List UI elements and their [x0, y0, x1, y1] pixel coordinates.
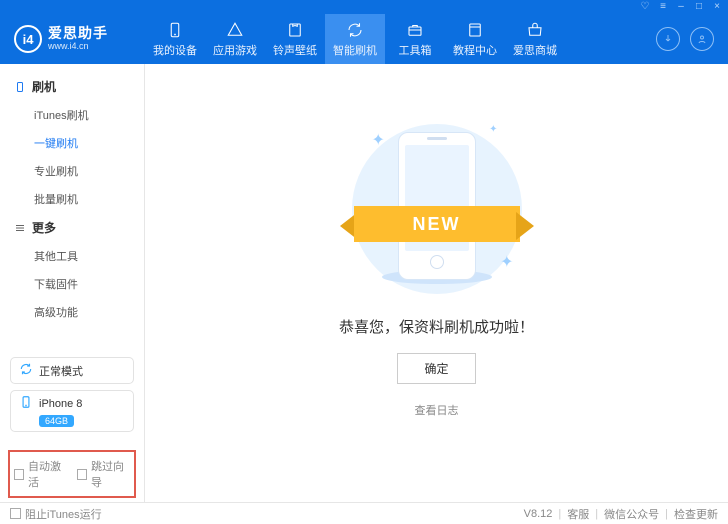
footer: 阻止iTunes运行 V8.12 | 客服 | 微信公众号 | 检查更新: [0, 502, 728, 524]
sidebar-item[interactable]: 其他工具: [0, 242, 144, 270]
mode-label: 正常模式: [39, 363, 83, 379]
tab-label: 铃声壁纸: [273, 42, 317, 58]
main-content: ✦ ✦ ✦ NEW 恭喜您，保资料刷机成功啦！ 确定 查看日志: [145, 64, 728, 502]
menu-small-icon: [14, 222, 26, 234]
sidebar: 刷机 iTunes刷机一键刷机专业刷机批量刷机 更多 其他工具下载固件高级功能 …: [0, 64, 145, 502]
auto-activate-checkbox[interactable]: 自动激活: [14, 458, 67, 490]
sidebar-item[interactable]: 专业刷机: [0, 157, 144, 185]
maximize-icon[interactable]: □: [694, 2, 704, 12]
sidebar-item[interactable]: 下载固件: [0, 270, 144, 298]
version-label: V8.12: [524, 508, 553, 520]
refresh-icon: [346, 21, 364, 39]
wechat-link[interactable]: 微信公众号: [604, 506, 659, 522]
tab-label: 我的设备: [153, 42, 197, 58]
shop-icon: [526, 21, 544, 39]
device-badge: 64GB: [39, 415, 74, 427]
tab-apps[interactable]: 应用游戏: [205, 14, 265, 64]
sidebar-section-flash: 刷机: [0, 72, 144, 101]
close-icon[interactable]: ×: [712, 2, 722, 12]
sidebar-item[interactable]: iTunes刷机: [0, 101, 144, 129]
sidebar-item[interactable]: 批量刷机: [0, 185, 144, 213]
sparkle-icon: ✦: [500, 252, 513, 272]
app-name: 爱思助手: [48, 26, 108, 41]
tab-label: 爱思商城: [513, 42, 557, 58]
menu-icon[interactable]: ≡: [658, 2, 668, 12]
minimize-icon[interactable]: –: [676, 2, 686, 12]
success-illustration: ✦ ✦ ✦ NEW: [342, 124, 532, 294]
tab-store[interactable]: 爱思商城: [505, 14, 565, 64]
tab-flash[interactable]: 智能刷机: [325, 14, 385, 64]
tab-device[interactable]: 我的设备: [145, 14, 205, 64]
header: i4 爱思助手 www.i4.cn 我的设备应用游戏铃声壁纸智能刷机 工具箱 教程中…: [0, 14, 728, 64]
note-icon: [286, 21, 304, 39]
apps-icon: [226, 21, 244, 39]
sidebar-section-more: 更多: [0, 213, 144, 242]
device-pill[interactable]: iPhone 8 64GB: [10, 390, 134, 432]
refresh-small-icon: [19, 362, 33, 379]
download-icon[interactable]: [656, 27, 680, 51]
user-icon[interactable]: [690, 27, 714, 51]
toolbox-icon: [406, 21, 424, 39]
sidebar-options-highlight: 自动激活 跳过向导: [8, 450, 136, 498]
device-small-icon: [19, 395, 33, 412]
new-ribbon: NEW: [336, 202, 538, 246]
device-name: iPhone 8: [39, 398, 82, 410]
book-icon: [466, 21, 484, 39]
tab-tools[interactable]: 工具箱: [385, 14, 445, 64]
window-titlebar: ♡ ≡ – □ ×: [0, 0, 728, 14]
phone-small-icon: [14, 81, 26, 93]
tab-label: 工具箱: [399, 42, 432, 58]
sidebar-status: 正常模式 iPhone 8 64GB: [0, 349, 144, 446]
check-update-link[interactable]: 检查更新: [674, 506, 718, 522]
sparkle-icon: ✦: [489, 124, 497, 135]
cart-icon[interactable]: ♡: [640, 2, 650, 12]
sidebar-item[interactable]: 一键刷机: [0, 129, 144, 157]
view-log-link[interactable]: 查看日志: [415, 402, 459, 418]
support-link[interactable]: 客服: [567, 506, 589, 522]
success-message: 恭喜您，保资料刷机成功啦！: [339, 316, 534, 337]
app-url: www.i4.cn: [48, 42, 108, 52]
logo: i4 爱思助手 www.i4.cn: [0, 14, 145, 64]
tab-ringtone[interactable]: 铃声壁纸: [265, 14, 325, 64]
tab-label: 应用游戏: [213, 42, 257, 58]
tab-label: 智能刷机: [333, 42, 377, 58]
sparkle-icon: ✦: [372, 130, 385, 150]
logo-icon: i4: [14, 25, 42, 53]
ok-button[interactable]: 确定: [397, 353, 475, 384]
sidebar-item[interactable]: 高级功能: [0, 298, 144, 326]
tab-tutorial[interactable]: 教程中心: [445, 14, 505, 64]
tab-label: 教程中心: [453, 42, 497, 58]
block-itunes-checkbox[interactable]: 阻止iTunes运行: [10, 506, 102, 522]
phone-icon: [166, 21, 184, 39]
skip-guide-checkbox[interactable]: 跳过向导: [77, 458, 130, 490]
mode-pill[interactable]: 正常模式: [10, 357, 134, 384]
header-tabs: 我的设备应用游戏铃声壁纸智能刷机 工具箱 教程中心爱思商城: [145, 14, 565, 64]
